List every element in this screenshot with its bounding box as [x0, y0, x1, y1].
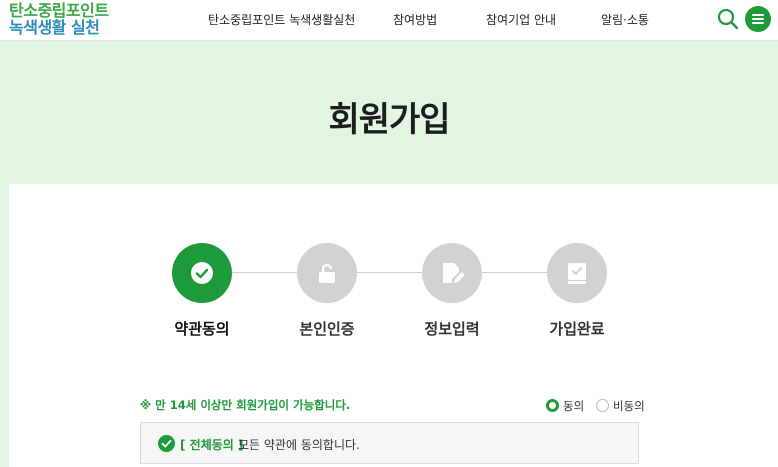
- all-agree-box[interactable]: [ 전체동의 ] 모든 약관에 동의합니다.: [140, 422, 639, 464]
- check-icon: [191, 262, 213, 284]
- age-notice: ※ 만 14세 이상만 회원가입이 가능합니다.: [140, 398, 351, 412]
- nav-item-participation[interactable]: 참여방법: [393, 11, 437, 28]
- edit-icon: [443, 263, 464, 283]
- step-3-circle: [422, 243, 482, 303]
- check-document-icon: [568, 263, 586, 284]
- radio-selected-icon: [546, 399, 559, 412]
- site-logo[interactable]: 탄소중립포인트 녹색생활 실천: [9, 2, 109, 36]
- page-title: 회원가입: [328, 100, 450, 140]
- step-4-circle: [547, 243, 607, 303]
- nav-item-partners[interactable]: 참여기업 안내: [486, 11, 556, 28]
- all-agree-title: [ 전체동의 ]: [180, 438, 244, 452]
- agree-radio-label: 동의: [563, 399, 585, 413]
- lock-icon: [319, 263, 335, 283]
- radio-unselected-icon: [596, 399, 609, 412]
- step-connector: [232, 272, 297, 273]
- step-4-label: 가입완료: [549, 320, 605, 338]
- step-2-circle: [297, 243, 357, 303]
- all-agree-text: 모든 약관에 동의합니다.: [238, 438, 360, 452]
- step-connector: [482, 272, 547, 273]
- logo-line-2: 녹색생활 실천: [9, 18, 100, 37]
- agree-radio[interactable]: 동의: [546, 398, 584, 414]
- search-icon[interactable]: [716, 7, 740, 31]
- step-2-label: 본인인증: [299, 320, 355, 338]
- step-1-label: 약관동의: [174, 320, 230, 338]
- site-header: 탄소중립포인트 녹색생활 실천 탄소중립포인트 녹색생활실천 참여방법 참여기업…: [0, 0, 778, 41]
- step-3-label: 정보입력: [424, 320, 480, 338]
- logo-line-1: 탄소중립포인트: [9, 1, 109, 20]
- nav-item-green-life[interactable]: 탄소중립포인트 녹색생활실천: [208, 11, 355, 28]
- all-agree-check-icon[interactable]: [158, 435, 175, 452]
- disagree-radio[interactable]: 비동의: [596, 398, 645, 414]
- hamburger-menu-icon[interactable]: [745, 6, 771, 32]
- disagree-radio-label: 비동의: [613, 399, 645, 413]
- step-1-circle: [172, 243, 232, 303]
- step-connector: [357, 272, 422, 273]
- nav-item-notice[interactable]: 알림·소통: [601, 11, 649, 28]
